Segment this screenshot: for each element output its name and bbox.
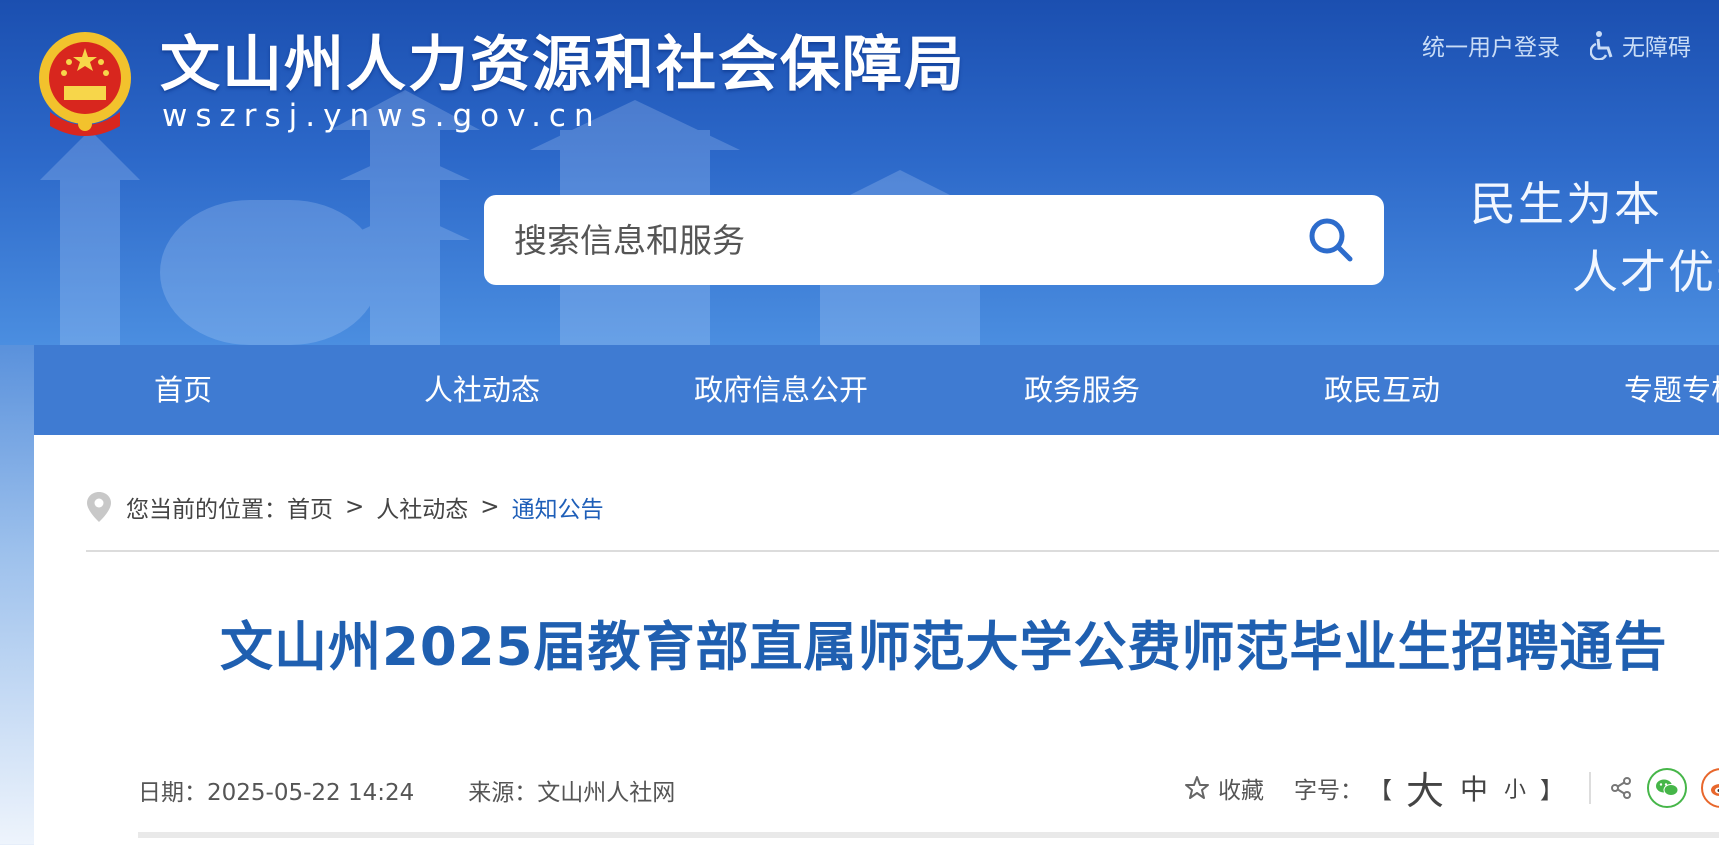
- wechat-icon[interactable]: [1647, 767, 1688, 808]
- site-title: 文山州人力资源和社会保障局: [160, 30, 966, 100]
- search-box: [484, 195, 1384, 285]
- slogan-line2: 人才优先: [1572, 245, 1719, 299]
- article-source: 来源：文山州人社网: [468, 780, 676, 806]
- weibo-icon[interactable]: [1701, 767, 1719, 808]
- article-date: 日期：2025-05-22 14:24: [138, 780, 415, 806]
- user-login-link[interactable]: 统一用户登录: [1422, 28, 1560, 62]
- favorite-label: 收藏: [1218, 777, 1264, 804]
- article-meta: 日期：2025-05-22 14:24 来源：文山州人社网: [138, 773, 675, 807]
- font-size-label: 字号：: [1294, 777, 1363, 804]
- accessibility-label: 无障碍: [1622, 35, 1691, 61]
- breadcrumb-divider: [86, 550, 1719, 552]
- bracket-open: 【: [1369, 777, 1392, 804]
- tools-divider: [1589, 771, 1592, 804]
- nav-item-interaction[interactable]: 政民互动: [1324, 345, 1440, 435]
- main-nav: 首页 人社动态 政府信息公开 政务服务 政民互动 专题专栏: [34, 345, 1719, 435]
- breadcrumb-news[interactable]: 人社动态: [376, 490, 468, 524]
- wheelchair-icon: [1590, 31, 1613, 60]
- article-tools: 收藏 字号： 【 大 中 小 】: [1184, 760, 1719, 815]
- article-header-rule: [138, 832, 1719, 838]
- bracket-close: 】: [1540, 777, 1564, 804]
- accessibility-link[interactable]: 无障碍: [1590, 28, 1691, 62]
- breadcrumb-notices[interactable]: 通知公告: [512, 490, 604, 524]
- site-domain: wszrsj.ynws.gov.cn: [162, 98, 602, 134]
- star-icon: [1185, 775, 1209, 799]
- location-pin-icon: [87, 492, 111, 522]
- search-icon[interactable]: [1306, 215, 1356, 265]
- article-title: 文山州2025届教育部直属师范大学公费师范毕业生招聘通告: [220, 617, 1668, 678]
- breadcrumb-prefix: 您当前的位置：: [126, 497, 287, 523]
- national-emblem: [39, 32, 131, 136]
- breadcrumb-home[interactable]: 首页: [287, 490, 333, 524]
- nav-item-home[interactable]: 首页: [154, 345, 212, 435]
- nav-item-topics[interactable]: 专题专栏: [1624, 345, 1719, 435]
- font-size-small-button[interactable]: 小: [1504, 772, 1526, 804]
- slogan-line1: 民生为本: [1470, 177, 1662, 231]
- top-links: 统一用户登录 无障碍: [1422, 28, 1691, 62]
- search-input[interactable]: [512, 219, 1296, 261]
- favorite-button[interactable]: 收藏: [1184, 771, 1264, 805]
- nav-item-news[interactable]: 人社动态: [424, 345, 540, 435]
- nav-item-gov-services[interactable]: 政务服务: [1024, 345, 1140, 435]
- header-banner: 文山州人力资源和社会保障局 wszrsj.ynws.gov.cn 统一用户登录 …: [0, 0, 1719, 345]
- breadcrumb: 您当前的位置： 首页 > 人社动态 > 通知公告: [86, 490, 604, 524]
- main-content: 您当前的位置： 首页 > 人社动态 > 通知公告 文山州2025届教育部直属师范…: [34, 435, 1719, 845]
- share-icon[interactable]: [1609, 776, 1633, 800]
- nav-item-gov-info[interactable]: 政府信息公开: [694, 345, 868, 435]
- font-size-large-button[interactable]: 大: [1406, 760, 1444, 815]
- font-size-medium-button[interactable]: 中: [1460, 768, 1488, 808]
- breadcrumb-separator: >: [345, 494, 365, 520]
- breadcrumb-separator: >: [480, 494, 500, 520]
